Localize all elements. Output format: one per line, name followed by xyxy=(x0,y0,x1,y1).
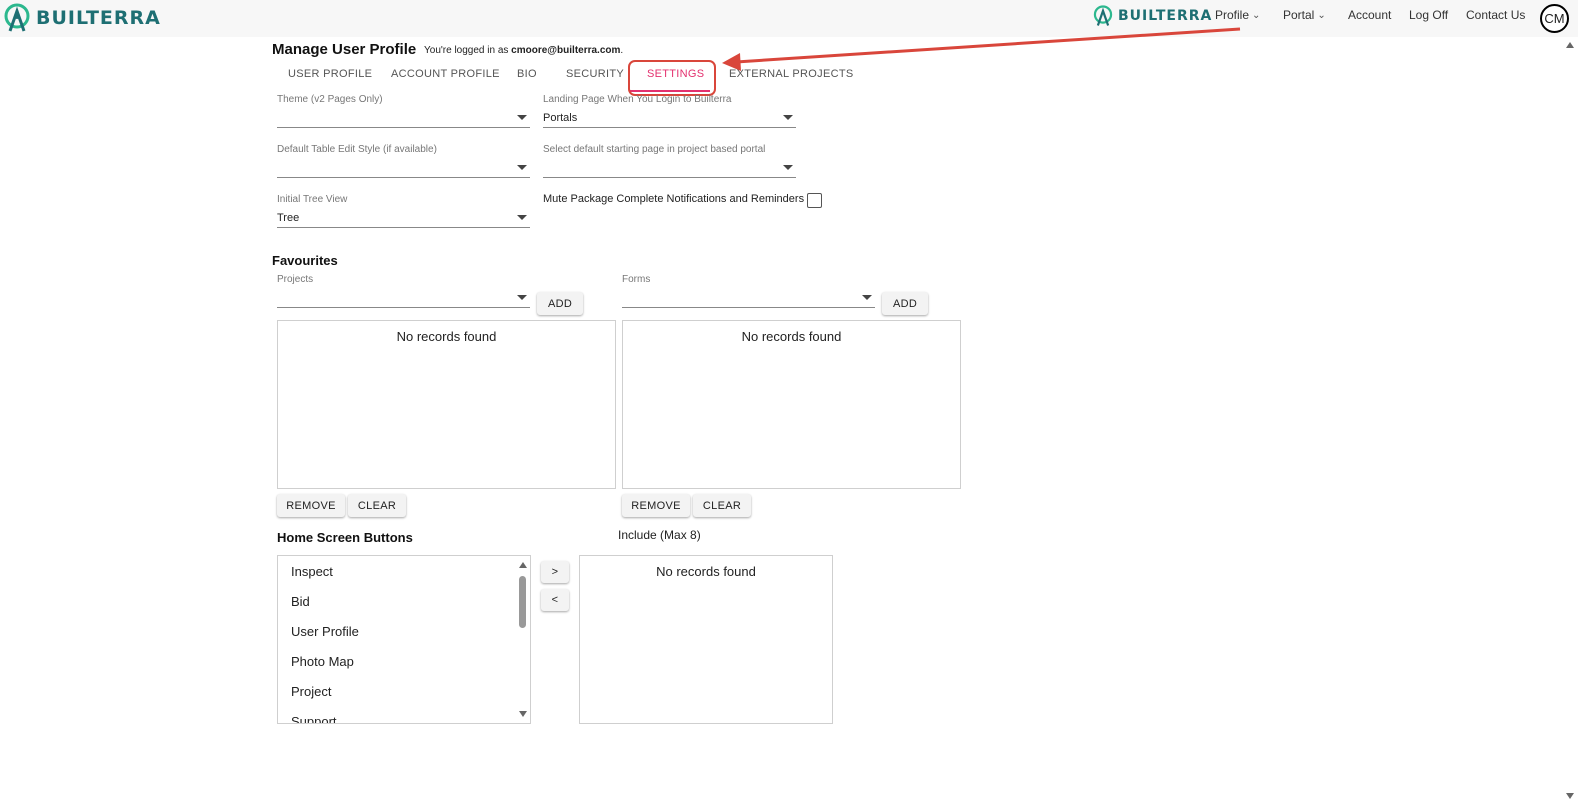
forms-list[interactable]: No records found xyxy=(622,320,961,489)
forms-label: Forms xyxy=(622,274,651,285)
tab-external-projects[interactable]: EXTERNAL PROJECTS xyxy=(729,68,854,80)
annotation-highlight-box xyxy=(628,60,716,96)
mute-notifications-checkbox[interactable] xyxy=(807,193,822,208)
starting-page-select[interactable] xyxy=(543,160,796,178)
list-item[interactable]: Support xyxy=(291,714,337,723)
table-edit-style-select[interactable] xyxy=(277,160,530,178)
forms-empty-text: No records found xyxy=(741,329,842,344)
starting-page-label: Select default starting page in project … xyxy=(543,144,766,155)
tab-account-profile[interactable]: ACCOUNT PROFILE xyxy=(391,68,500,80)
included-empty-text: No records found xyxy=(656,564,756,579)
scrollbar-thumb[interactable] xyxy=(519,576,526,628)
favourites-title: Favourites xyxy=(272,253,338,268)
theme-select[interactable] xyxy=(277,110,530,128)
tab-security[interactable]: SECURITY xyxy=(566,68,624,80)
dropdown-arrow-icon xyxy=(783,165,793,170)
list-item[interactable]: Bid xyxy=(291,594,310,609)
projects-empty-text: No records found xyxy=(396,329,497,344)
list-item[interactable]: Project xyxy=(291,684,331,699)
remove-project-button[interactable]: REMOVE xyxy=(277,494,345,517)
theme-label: Theme (v2 Pages Only) xyxy=(277,94,383,105)
list-item[interactable]: Inspect xyxy=(291,564,333,579)
landing-page-label: Landing Page When You Login to Builterra xyxy=(543,94,732,105)
include-label: Include (Max 8) xyxy=(618,528,701,542)
list-item[interactable]: Photo Map xyxy=(291,654,354,669)
tree-view-select[interactable]: Tree xyxy=(277,210,530,228)
logged-in-info: You're logged in as cmoore@builterra.com… xyxy=(424,45,623,56)
projects-select[interactable] xyxy=(277,290,530,308)
page-title: Manage User Profile xyxy=(272,41,417,58)
logged-in-prefix: You're logged in as xyxy=(424,45,509,56)
scroll-up-icon[interactable] xyxy=(519,562,527,568)
forms-select[interactable] xyxy=(622,290,875,308)
scroll-down-icon[interactable] xyxy=(519,711,527,717)
remove-form-button[interactable]: REMOVE xyxy=(622,494,690,517)
dropdown-arrow-icon xyxy=(517,295,527,300)
tree-view-label: Initial Tree View xyxy=(277,194,348,205)
dropdown-arrow-icon xyxy=(517,165,527,170)
table-edit-style-label: Default Table Edit Style (if available) xyxy=(277,144,437,155)
projects-label: Projects xyxy=(277,274,314,285)
included-buttons-list[interactable]: No records found xyxy=(579,555,833,724)
dropdown-arrow-icon xyxy=(517,215,527,220)
list-item[interactable]: User Profile xyxy=(291,624,359,639)
dropdown-arrow-icon xyxy=(783,115,793,120)
tab-user-profile[interactable]: USER PROFILE xyxy=(288,68,372,80)
tree-view-value: Tree xyxy=(277,212,300,224)
add-form-button[interactable]: ADD xyxy=(882,292,928,315)
home-buttons-title: Home Screen Buttons xyxy=(277,530,413,545)
logged-in-user: cmoore@builterra.com xyxy=(511,45,621,56)
landing-page-select[interactable]: Portals xyxy=(543,110,796,128)
logged-in-suffix: . xyxy=(620,45,624,56)
dropdown-arrow-icon xyxy=(517,115,527,120)
move-left-button[interactable]: < xyxy=(541,589,569,611)
clear-forms-button[interactable]: CLEAR xyxy=(693,494,751,517)
add-project-button[interactable]: ADD xyxy=(537,292,583,315)
dropdown-arrow-icon xyxy=(862,295,872,300)
projects-list[interactable]: No records found xyxy=(277,320,616,489)
move-right-button[interactable]: > xyxy=(541,561,569,583)
tab-bio[interactable]: BIO xyxy=(517,68,537,80)
mute-notifications-label: Mute Package Complete Notifications and … xyxy=(543,193,805,205)
landing-page-value: Portals xyxy=(543,112,578,124)
available-buttons-list[interactable]: Inspect Bid User Profile Photo Map Proje… xyxy=(277,555,531,724)
clear-projects-button[interactable]: CLEAR xyxy=(348,494,406,517)
